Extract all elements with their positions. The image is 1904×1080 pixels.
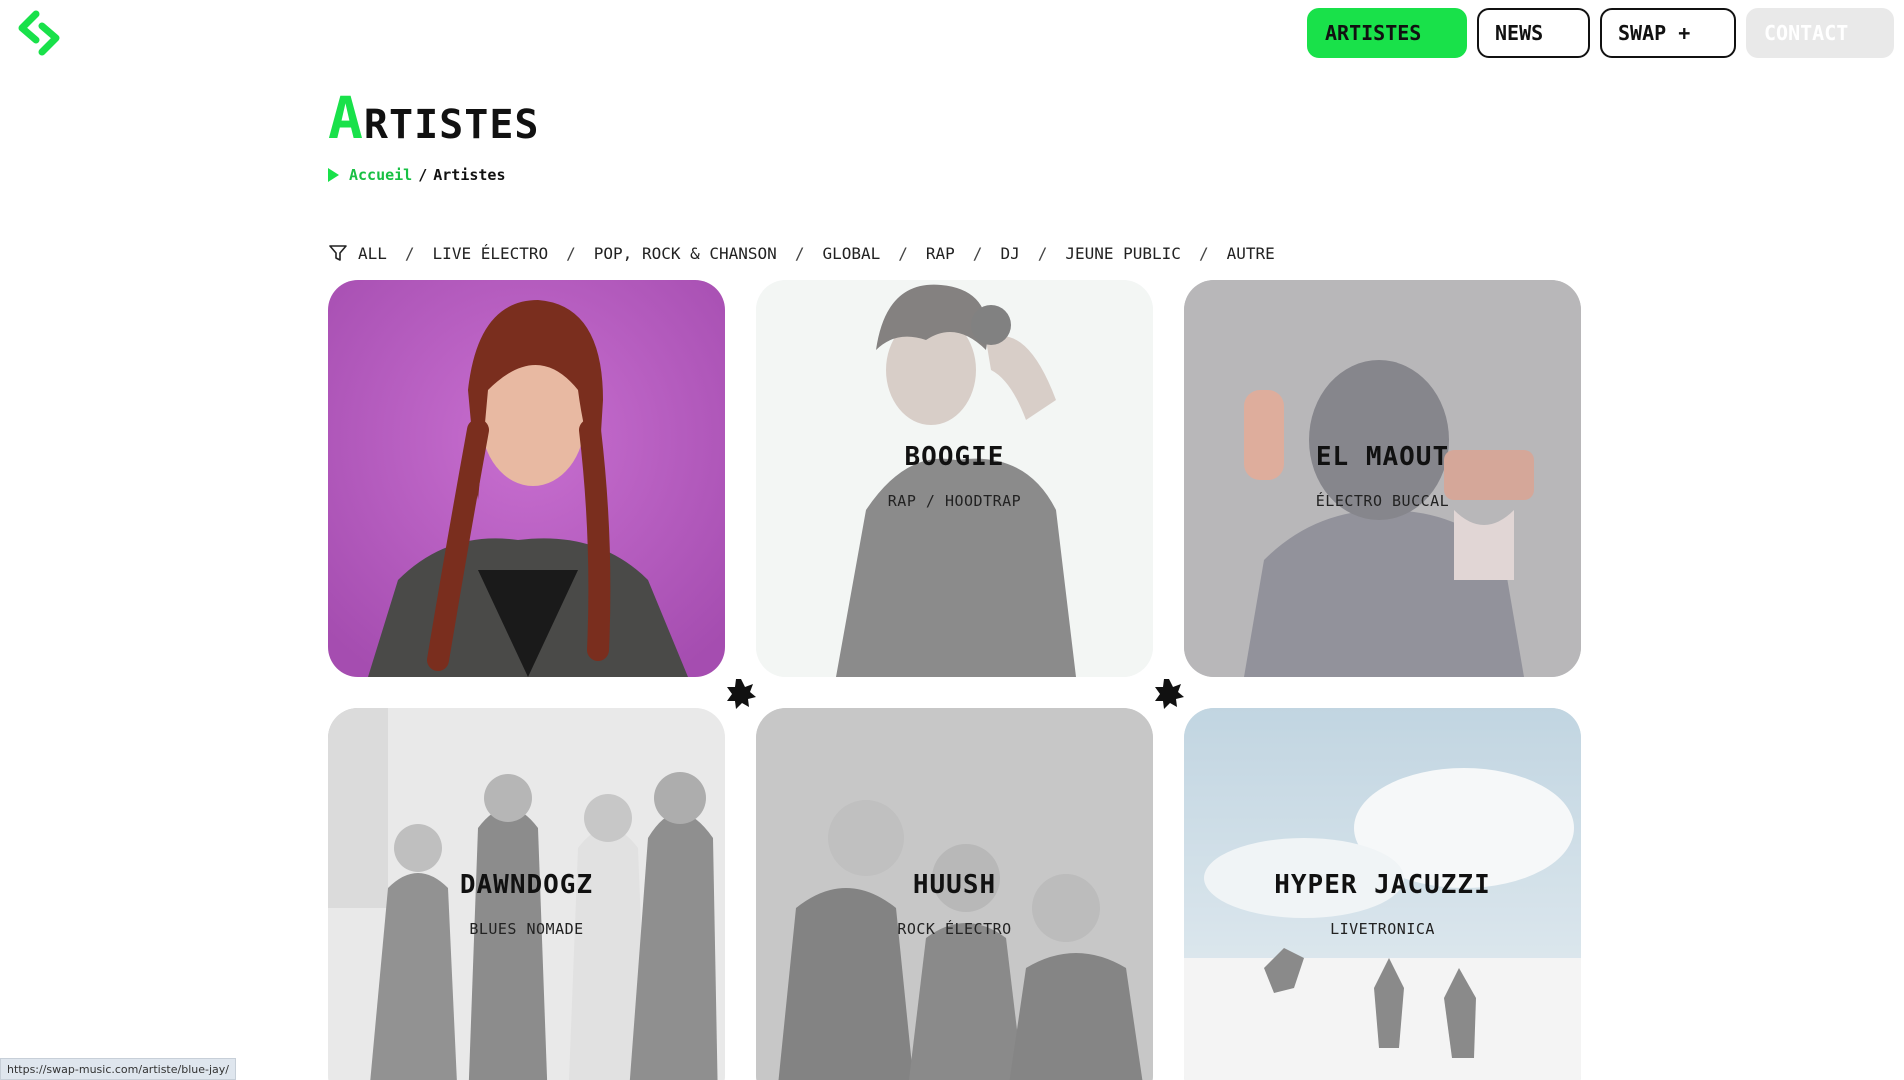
star-icon bbox=[727, 679, 756, 709]
artist-card[interactable]: HYPER JACUZZI LIVETRONICA bbox=[1184, 708, 1581, 1080]
breadcrumb-current: Artistes bbox=[433, 166, 506, 184]
filter-icon bbox=[329, 245, 347, 261]
filter-jeune-public[interactable]: JEUNE PUBLIC bbox=[1065, 244, 1181, 263]
artist-genre: RAP / HOODTRAP bbox=[887, 492, 1022, 510]
artist-card[interactable]: BOOGIE RAP / HOODTRAP bbox=[756, 280, 1153, 677]
artist-genre: ÉLECTRO BUCCAL bbox=[1315, 492, 1450, 510]
swap-logo-icon[interactable] bbox=[16, 10, 62, 56]
artist-genre: BLUES NOMADE bbox=[469, 920, 584, 938]
artist-genre: LIVETRONICA bbox=[1330, 920, 1435, 938]
filter-live-electro[interactable]: LIVE ÉLECTRO bbox=[433, 244, 549, 263]
status-bar-url: https://swap-music.com/artiste/blue-jay/ bbox=[0, 1058, 236, 1080]
artist-card[interactable] bbox=[328, 280, 725, 677]
page-title: ARTISTES bbox=[328, 84, 540, 152]
main-nav: ARTISTES NEWS SWAP + CONTACT bbox=[1307, 8, 1894, 58]
filter-separator: / bbox=[566, 243, 576, 263]
nav-news-button[interactable]: NEWS bbox=[1477, 8, 1590, 58]
star-icon bbox=[1155, 679, 1184, 709]
artist-photo-overlay bbox=[1184, 280, 1581, 677]
artist-name: EL MAOUT bbox=[1315, 442, 1450, 472]
filter-separator: / bbox=[794, 243, 805, 263]
filter-separator: / bbox=[898, 243, 908, 263]
breadcrumb-separator: / bbox=[418, 166, 428, 184]
filter-separator: / bbox=[404, 243, 415, 263]
nav-artistes-button[interactable]: ARTISTES bbox=[1307, 8, 1467, 58]
artist-genre: ROCK ÉLECTRO bbox=[897, 920, 1012, 938]
nav-contact-button[interactable]: CONTACT bbox=[1746, 8, 1894, 58]
filter-all[interactable]: ALL bbox=[358, 244, 387, 263]
filter-dj[interactable]: DJ bbox=[1000, 244, 1019, 263]
artist-name: HUUSH bbox=[912, 870, 997, 900]
artist-name: DAWNDOGZ bbox=[459, 870, 594, 900]
artist-photo-overlay bbox=[756, 280, 1153, 677]
artist-name: HYPER JACUZZI bbox=[1274, 870, 1491, 900]
artist-card[interactable]: EL MAOUT ÉLECTRO BUCCAL bbox=[1184, 280, 1581, 677]
genre-filters: ALL / LIVE ÉLECTRO / POP, ROCK & CHANSON… bbox=[328, 243, 1275, 263]
breadcrumb: Accueil / Artistes bbox=[328, 166, 506, 184]
play-triangle-icon bbox=[328, 168, 339, 182]
filter-separator: / bbox=[1037, 243, 1048, 263]
page-title-rest: RTISTES bbox=[363, 102, 540, 148]
nav-swap-button[interactable]: SWAP + bbox=[1600, 8, 1736, 58]
filter-global[interactable]: GLOBAL bbox=[822, 244, 880, 263]
filter-separator: / bbox=[972, 243, 983, 263]
breadcrumb-home-link[interactable]: Accueil bbox=[349, 166, 412, 184]
artist-card[interactable]: HUUSH ROCK ÉLECTRO bbox=[756, 708, 1153, 1080]
page-title-initial: A bbox=[328, 84, 364, 152]
artist-card[interactable]: DAWNDOGZ BLUES NOMADE bbox=[328, 708, 725, 1080]
artist-photo bbox=[328, 280, 725, 677]
filter-separator: / bbox=[1198, 243, 1209, 263]
filter-pop-rock-chanson[interactable]: POP, ROCK & CHANSON bbox=[594, 244, 777, 263]
filter-rap[interactable]: RAP bbox=[926, 244, 955, 263]
artist-name: BOOGIE bbox=[904, 442, 1005, 472]
filter-autre[interactable]: AUTRE bbox=[1227, 244, 1275, 263]
